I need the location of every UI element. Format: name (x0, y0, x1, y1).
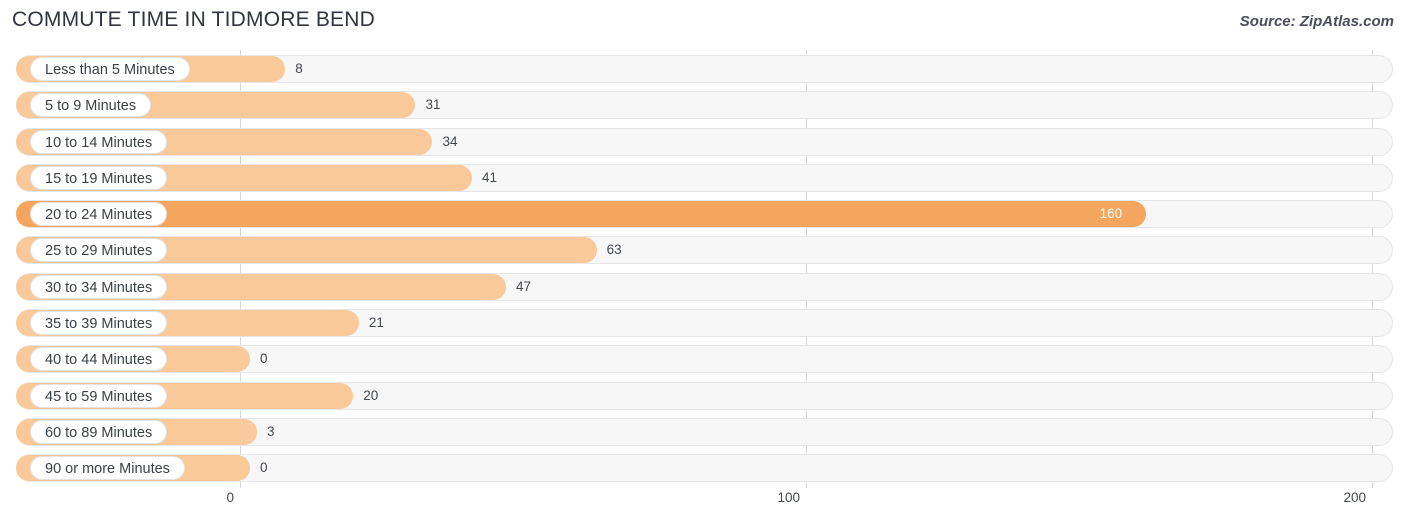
bar-value-label: 20 (363, 387, 379, 403)
source-attribution: Source: ZipAtlas.com (1239, 13, 1394, 30)
bar-category-label: 5 to 9 Minutes (30, 93, 152, 118)
x-axis-tick: 200 (1343, 490, 1366, 505)
bar-row: Less than 5 Minutes 8 (0, 55, 1406, 85)
bar-category-label: 25 to 29 Minutes (30, 238, 168, 263)
bar-value-label: 0 (260, 351, 268, 367)
bar-category-label: 35 to 39 Minutes (30, 310, 168, 335)
bar-category-label: 20 to 24 Minutes (30, 202, 168, 227)
bar-value-label: 8 (295, 61, 303, 76)
bar-row: 20 to 24 Minutes 160 (0, 200, 1406, 230)
bar-value-label: 41 (482, 169, 498, 185)
page-title: COMMUTE TIME IN TIDMORE BEND (12, 8, 375, 31)
chart-container: COMMUTE TIME IN TIDMORE BEND Source: Zip… (0, 0, 1406, 522)
x-axis: 0 100 200 (0, 488, 1406, 522)
bar-value-label: 0 (260, 460, 268, 476)
bar-category-label: Less than 5 Minutes (30, 57, 190, 81)
bar-row: 45 to 59 Minutes 20 (0, 381, 1406, 412)
bar-value-label: 63 (606, 242, 622, 258)
bar-category-label: 10 to 14 Minutes (30, 129, 168, 154)
bar-category-label: 90 or more Minutes (30, 456, 185, 481)
bar-row: 35 to 39 Minutes 21 (0, 308, 1406, 339)
bar-row: 40 to 44 Minutes 0 (0, 345, 1406, 375)
bar-row: 25 to 29 Minutes 63 (0, 236, 1406, 266)
bar-row: 10 to 14 Minutes 34 (0, 127, 1406, 158)
bar-category-label: 60 to 89 Minutes (30, 419, 168, 444)
bar-value-label: 3 (266, 423, 275, 439)
bar-category-label: 45 to 59 Minutes (30, 383, 168, 408)
bar-value-label: 47 (516, 278, 532, 294)
bar-row: 90 or more Minutes 0 (0, 454, 1406, 484)
bar-row: 30 to 34 Minutes 47 (0, 272, 1406, 303)
bar-row: 15 to 19 Minutes 41 (0, 163, 1406, 194)
plot-area: Less than 5 Minutes 8 5 to 9 Minutes 31 10 t… (0, 50, 1406, 488)
bar-value-label: 31 (425, 97, 441, 113)
bar-category-label: 40 to 44 Minutes (30, 347, 168, 372)
bar-category-label: 15 to 19 Minutes (30, 165, 168, 190)
bar-category-label: 30 to 34 Minutes (30, 274, 168, 299)
bar[interactable] (16, 201, 1146, 228)
bar-value-label: 34 (442, 133, 458, 149)
bar-row: 5 to 9 Minutes 31 (0, 91, 1406, 121)
bar-value-label: 21 (368, 314, 384, 330)
bar-value-label: 160 (1099, 206, 1123, 222)
x-axis-tick: 0 (226, 490, 234, 505)
x-axis-tick: 100 (777, 490, 800, 505)
bar-row: 60 to 89 Minutes 3 (0, 417, 1406, 448)
